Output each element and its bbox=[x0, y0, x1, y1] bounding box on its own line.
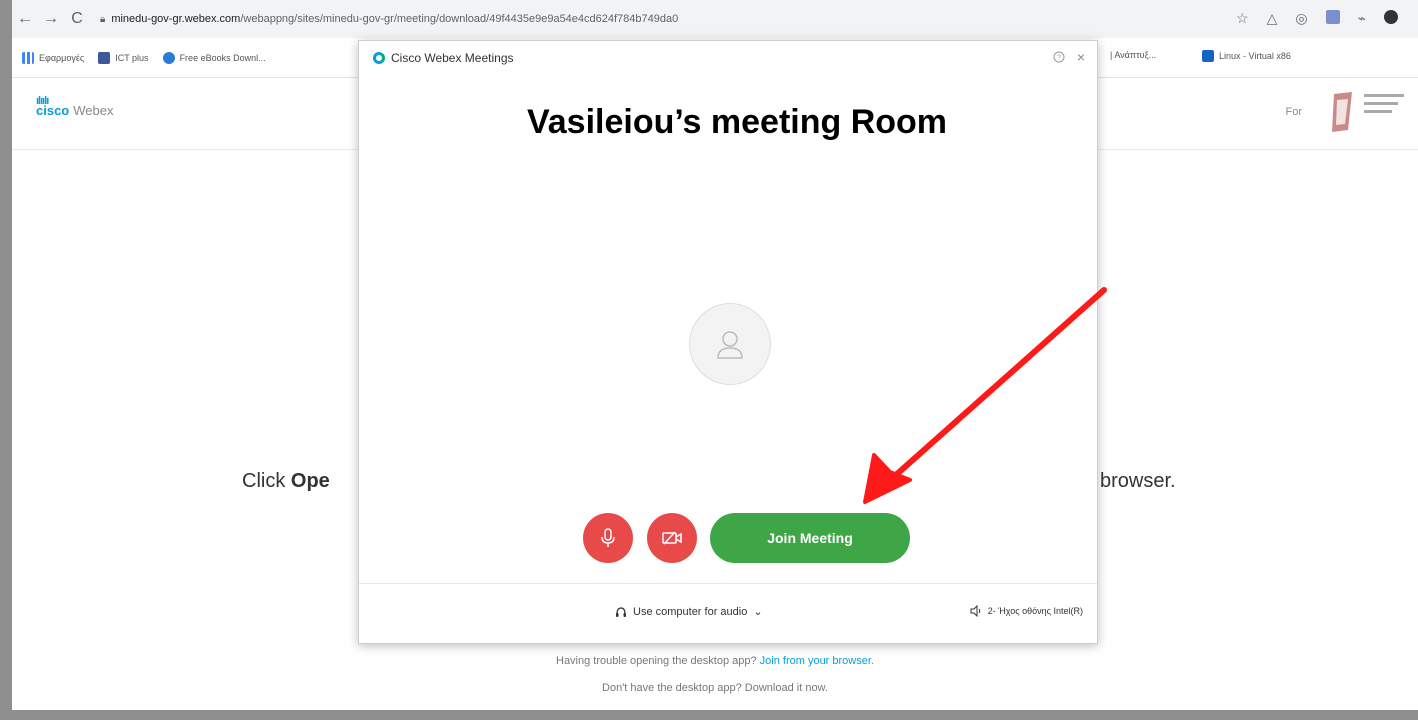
meeting-room-title-box: Vasileiou’s meeting Room bbox=[459, 83, 1015, 161]
bookmark-label: | Ανάπτυξ... bbox=[1110, 50, 1157, 60]
dialog-title: Cisco Webex Meetings bbox=[373, 51, 514, 65]
avatar-icon bbox=[689, 303, 771, 385]
webex-word: Webex bbox=[73, 103, 114, 118]
webex-logo-icon bbox=[373, 52, 385, 64]
download-app-text: Don't have the desktop app? Download it … bbox=[602, 682, 828, 694]
cisco-webex-logo: ılıılı cisco Webex bbox=[36, 96, 114, 118]
url-field[interactable]: 🔒︎ minedu-gov-gr.webex.com/webappng/site… bbox=[100, 13, 678, 25]
join-meeting-button[interactable]: Join Meeting bbox=[710, 513, 910, 563]
ict-icon bbox=[98, 51, 111, 64]
bookmark-label: ICT plus bbox=[115, 52, 149, 63]
chevron-down-icon: ⌄ bbox=[753, 606, 763, 618]
browser-extensions: ☆ △ ◎ ⌁ bbox=[1236, 10, 1398, 27]
bookmark-ebooks[interactable]: Free eBooks Downl... bbox=[162, 51, 266, 64]
cisco-word: cisco bbox=[36, 103, 70, 118]
mute-button[interactable] bbox=[583, 513, 633, 563]
speaker-label: 2- Ήχος οθόνης Intel(R) bbox=[987, 606, 1083, 616]
bookmark-ict[interactable]: ICT plus bbox=[98, 51, 149, 64]
apps-grid-icon bbox=[22, 51, 34, 64]
click-prefix: Click bbox=[242, 470, 291, 492]
meeting-room-name: Vasileiou’s meeting Room bbox=[526, 102, 948, 141]
for-label: For bbox=[1285, 106, 1303, 118]
video-button[interactable] bbox=[647, 513, 697, 563]
extension-icon[interactable]: ◎ bbox=[1295, 10, 1307, 27]
lock-icon: 🔒︎ bbox=[100, 13, 106, 25]
extension-icon[interactable]: ⌁ bbox=[1358, 10, 1366, 27]
audio-option-dropdown[interactable]: Use computer for audio ⌄ bbox=[615, 605, 763, 618]
help-icon[interactable]: ? bbox=[1053, 51, 1065, 66]
ebooks-icon bbox=[162, 51, 175, 64]
trouble-label: Having trouble opening the desktop app? bbox=[556, 655, 760, 667]
address-bar: ← → C 🔒︎ minedu-gov-gr.webex.com/webappn… bbox=[12, 0, 1418, 38]
linux-icon bbox=[1202, 50, 1214, 62]
organization-logo-icon bbox=[1332, 92, 1352, 132]
extension-icon[interactable] bbox=[1325, 10, 1340, 24]
bookmark-label: Linux - Virtual x86 bbox=[1219, 51, 1291, 61]
microphone-muted-icon bbox=[601, 528, 615, 547]
bookmark-apps[interactable]: Εφαρμογές bbox=[22, 51, 85, 64]
drive-icon[interactable]: △ bbox=[1267, 10, 1278, 27]
close-icon[interactable]: × bbox=[1077, 49, 1085, 65]
url-path: /webappng/sites/minedu-gov-gr/meeting/do… bbox=[240, 13, 679, 25]
speaker-selector[interactable]: 2- Ήχος οθόνης Intel(R) bbox=[970, 605, 1083, 617]
url-host: minedu-gov-gr.webex.com bbox=[111, 13, 241, 25]
bookmark-linux[interactable]: Linux - Virtual x86 bbox=[1202, 50, 1291, 62]
click-open-instruction: Click Ope bbox=[242, 470, 330, 493]
reload-icon[interactable]: C bbox=[64, 10, 90, 28]
browser-window: ← → C 🔒︎ minedu-gov-gr.webex.com/webappn… bbox=[12, 0, 1418, 710]
star-icon[interactable]: ☆ bbox=[1236, 10, 1249, 27]
video-off-icon bbox=[662, 531, 682, 545]
headset-icon bbox=[616, 606, 626, 617]
trouble-end: . bbox=[870, 655, 874, 667]
click-bold: Ope bbox=[290, 470, 330, 492]
join-from-browser-link[interactable]: Join from your browser bbox=[760, 655, 871, 667]
dialog-title-text: Cisco Webex Meetings bbox=[391, 51, 514, 65]
audio-option-label: Use computer for audio bbox=[633, 605, 748, 618]
help-glyph: ? bbox=[1057, 55, 1061, 62]
browser-instruction-end: browser. bbox=[1100, 470, 1176, 492]
trouble-opening-text: Having trouble opening the desktop app? … bbox=[12, 655, 1418, 667]
bookmark-label: Εφαρμογές bbox=[39, 52, 85, 63]
speaker-icon bbox=[970, 605, 981, 617]
dialog-divider bbox=[359, 583, 1097, 584]
bookmark-anaptyksi[interactable]: | Ανάπτυξ... bbox=[1110, 50, 1156, 60]
profile-avatar-icon[interactable] bbox=[1384, 10, 1398, 24]
webex-meeting-dialog: Cisco Webex Meetings ? × Vasileiou’s mee… bbox=[358, 40, 1098, 644]
back-icon[interactable]: ← bbox=[12, 10, 38, 28]
forward-icon[interactable]: → bbox=[38, 10, 64, 28]
organization-name-text bbox=[1364, 94, 1414, 124]
bookmark-label: Free eBooks Downl... bbox=[179, 52, 266, 63]
